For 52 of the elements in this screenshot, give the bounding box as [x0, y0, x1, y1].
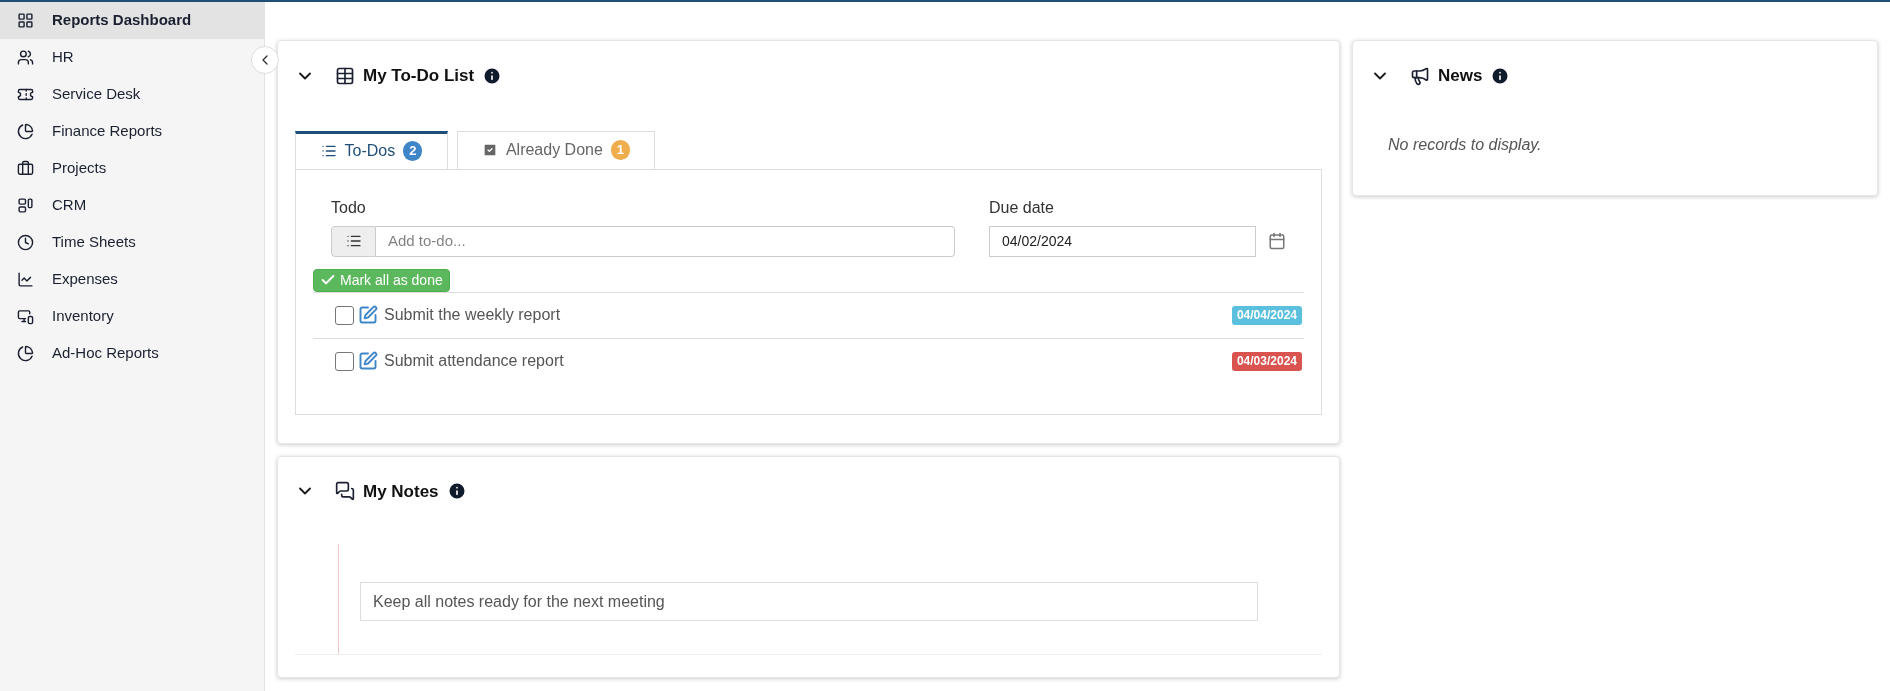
- checkbox[interactable]: [335, 351, 354, 371]
- due-date-badge: 04/04/2024: [1231, 305, 1302, 325]
- checkbox-icon: [481, 142, 498, 158]
- clock-icon: [17, 234, 34, 251]
- todo-text: Submit the weekly report: [384, 305, 561, 325]
- list-icon: [320, 143, 337, 159]
- collapse-sidebar-button[interactable]: [251, 46, 279, 74]
- card-title: My To-Do List: [363, 65, 475, 87]
- todo-input-field[interactable]: Add to-do...: [376, 225, 955, 257]
- calendar-icon[interactable]: [1268, 232, 1286, 250]
- todo-text: Submit attendance report: [384, 351, 564, 371]
- info-icon[interactable]: [482, 65, 503, 86]
- empty-message: No records to display.: [1388, 134, 1543, 155]
- card-title: My Notes: [363, 480, 439, 503]
- sidebar-item[interactable]: Finance Reports: [0, 113, 246, 150]
- pie-chart-icon: [17, 345, 34, 362]
- table-icon: [335, 65, 355, 86]
- count-badge: 1: [610, 140, 631, 160]
- count-badge: 2: [403, 141, 423, 161]
- info-icon[interactable]: [1490, 65, 1511, 86]
- field-label: Todo: [331, 197, 367, 218]
- people-icon: [17, 49, 34, 66]
- due-date-field[interactable]: 04/02/2024: [989, 225, 1256, 257]
- blocks-icon: [17, 197, 34, 214]
- sidebar-item[interactable]: Inventory: [0, 298, 246, 335]
- tab[interactable]: Already Done 1: [457, 130, 655, 169]
- note-field[interactable]: Keep all notes ready for the next meeting: [360, 582, 1258, 621]
- list-icon: [345, 233, 362, 249]
- sidebar-item[interactable]: Ad-Hoc Reports: [0, 335, 246, 372]
- edit-icon[interactable]: [358, 351, 378, 371]
- card-title: News: [1438, 65, 1483, 87]
- field-label: Due date: [989, 197, 1055, 218]
- sidebar-item[interactable]: CRM: [0, 187, 246, 224]
- sidebar-item[interactable]: Reports Dashboard: [0, 2, 264, 39]
- sidebar-item[interactable]: Expenses: [0, 261, 246, 298]
- megaphone-icon: [1410, 65, 1430, 86]
- briefcase-icon: [17, 160, 34, 177]
- line-chart-icon: [17, 271, 34, 288]
- grid-icon: [17, 12, 34, 29]
- speech-bubbles-icon: [335, 481, 355, 502]
- info-icon[interactable]: [446, 481, 467, 502]
- sidebar-item[interactable]: Service Desk: [0, 76, 246, 113]
- ticket-icon: [17, 86, 34, 103]
- due-date-badge: 04/03/2024: [1231, 351, 1302, 371]
- sidebar-item[interactable]: Time Sheets: [0, 224, 246, 261]
- sidebar-item[interactable]: HR: [0, 39, 246, 76]
- edit-icon[interactable]: [358, 305, 378, 325]
- checkbox[interactable]: [335, 305, 354, 325]
- sidebar-item[interactable]: Projects: [0, 150, 246, 187]
- devices-icon: [17, 308, 34, 325]
- tab[interactable]: To-Dos 2: [295, 130, 448, 169]
- pie-chart-icon: [17, 123, 34, 140]
